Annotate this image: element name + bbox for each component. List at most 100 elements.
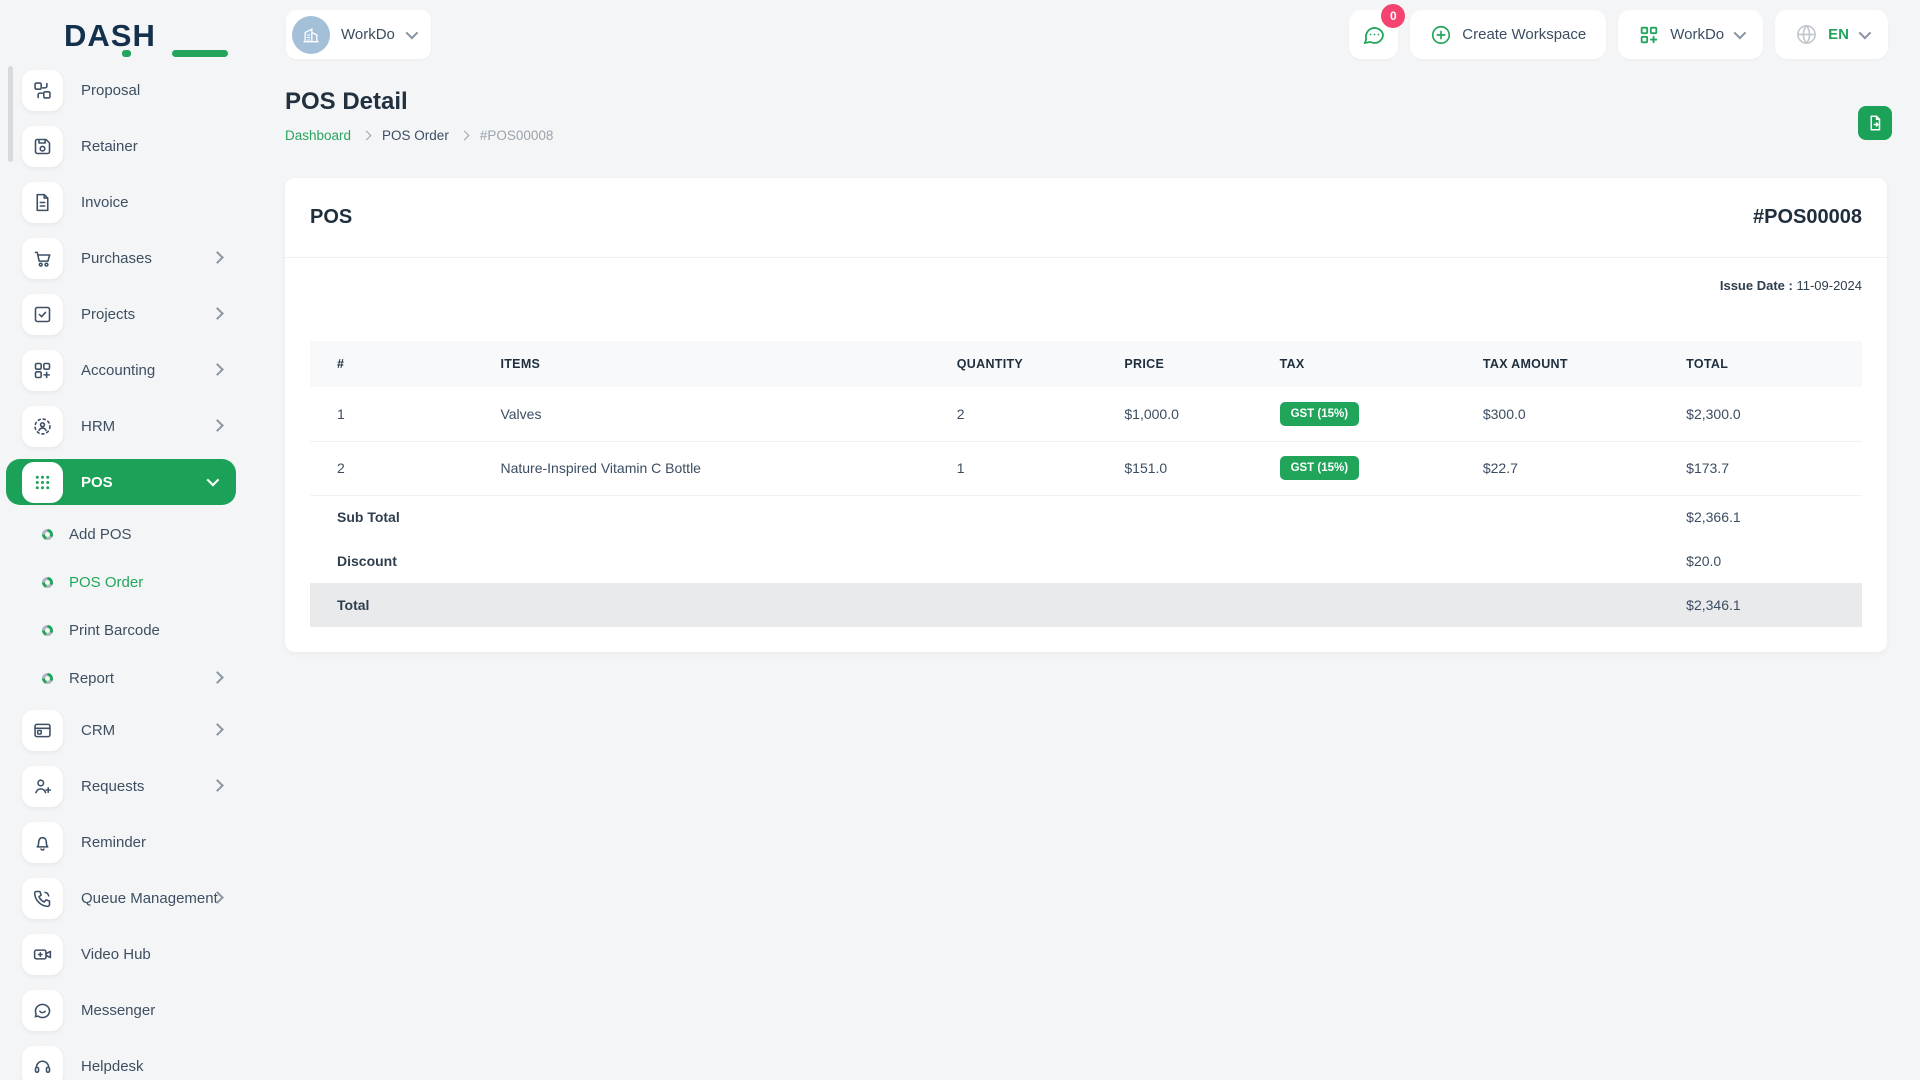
sidebar-item-purchases[interactable]: Purchases xyxy=(0,230,242,286)
proposal-icon xyxy=(22,69,63,111)
cell-no: 2 xyxy=(337,460,345,476)
col-header-no: # xyxy=(337,357,345,371)
chevron-down-icon xyxy=(405,26,419,40)
col-header-quantity: QUANTITY xyxy=(956,357,1024,371)
top-header: DASH WorkDo 0 Create Workspace WorkDo EN xyxy=(0,0,1920,70)
chevron-right-icon xyxy=(211,721,224,739)
workspace-avatar xyxy=(292,15,330,54)
cell-tax: GST (15%) xyxy=(1268,387,1471,441)
crm-icon xyxy=(22,709,63,751)
sidebar-subitem-report[interactable]: Report xyxy=(0,654,242,702)
breadcrumb-separator-icon xyxy=(361,130,372,141)
tax-badge: GST (15%) xyxy=(1279,456,1360,480)
sidebar-item-helpdesk[interactable]: Helpdesk xyxy=(0,1038,242,1080)
breadcrumb-dashboard-link[interactable]: Dashboard xyxy=(285,128,351,143)
breadcrumb-separator-icon xyxy=(459,130,470,141)
messages-button[interactable]: 0 xyxy=(1349,4,1406,59)
chevron-right-icon xyxy=(211,249,224,267)
invoice-icon xyxy=(22,181,63,223)
accounting-icon xyxy=(22,349,63,391)
cell-tax-amount: $300.0 xyxy=(1482,405,1526,422)
cell-qty: 1 xyxy=(956,460,965,476)
projects-icon xyxy=(22,293,63,335)
language-label: EN xyxy=(1828,26,1849,43)
sidebar-item-projects[interactable]: Projects xyxy=(0,286,242,342)
issue-date-value: 11-09-2024 xyxy=(1792,278,1862,293)
subtotal-row: Sub Total $2,366.1 xyxy=(310,495,1862,539)
discount-label: Discount xyxy=(337,553,397,569)
subtotal-value: $2,366.1 xyxy=(1686,509,1741,526)
cell-tax: GST (15%) xyxy=(1268,441,1471,495)
sidebar-item-proposal[interactable]: Proposal xyxy=(0,62,242,118)
grid-plus-icon xyxy=(1641,26,1658,43)
messages-count-badge: 0 xyxy=(1381,4,1406,28)
export-pos-button[interactable] xyxy=(1858,106,1892,140)
sidebar-item-messenger[interactable]: Messenger xyxy=(0,982,242,1038)
tax-badge: GST (15%) xyxy=(1279,401,1360,426)
cell-total: $173.7 xyxy=(1686,460,1729,476)
breadcrumb-current: #POS00008 xyxy=(479,128,554,143)
logo-bar-accent xyxy=(172,50,228,57)
dash-logo[interactable]: DASH xyxy=(64,18,228,57)
sidebar-item-retainer[interactable]: Retainer xyxy=(0,118,242,174)
cell-price: $1,000.0 xyxy=(1124,405,1179,422)
globe-icon xyxy=(1797,25,1817,44)
pos-detail-page: DASH WorkDo 0 Create Workspace WorkDo EN… xyxy=(0,0,1920,1080)
sidebar-subitem-print-barcode[interactable]: Print Barcode xyxy=(0,606,242,654)
cell-item: Nature-Inspired Vitamin C Bottle xyxy=(500,460,701,476)
pos-number: #POS00008 xyxy=(1753,206,1862,228)
bullet-icon xyxy=(42,672,53,684)
sidebar-item-queue-management[interactable]: Queue Management xyxy=(0,870,242,926)
sidebar-item-pos[interactable]: POS xyxy=(6,459,236,505)
helpdesk-icon xyxy=(22,1045,63,1080)
table-row: 1 Valves 2 $1,000.0 GST (15%) $300.0 $2,… xyxy=(310,387,1862,441)
dash-logo-text: DASH xyxy=(64,18,156,53)
sidebar-item-reminder[interactable]: Reminder xyxy=(0,814,242,870)
chevron-right-icon xyxy=(211,361,224,379)
workspace-selector[interactable]: WorkDo xyxy=(286,10,431,59)
pos-items-table: # ITEMS QUANTITY PRICE TAX TAX AMOUNT TO… xyxy=(310,341,1862,627)
sidebar-item-crm[interactable]: CRM xyxy=(0,702,242,758)
cell-price: $151.0 xyxy=(1124,460,1168,476)
language-selector[interactable]: EN xyxy=(1775,10,1888,59)
bullet-icon xyxy=(42,624,53,636)
sidebar-item-hrm[interactable]: HRM xyxy=(0,398,242,454)
pos-card-title: POS xyxy=(310,206,353,228)
issue-date-label: Issue Date : xyxy=(1719,278,1793,293)
header-actions: 0 Create Workspace WorkDo EN xyxy=(1349,4,1888,59)
hrm-icon xyxy=(22,405,63,447)
reminder-icon xyxy=(22,821,63,863)
sidebar-item-invoice[interactable]: Invoice xyxy=(0,174,242,230)
chevron-right-icon xyxy=(211,417,224,435)
workspace-name: WorkDo xyxy=(341,26,395,43)
table-header-row: # ITEMS QUANTITY PRICE TAX TAX AMOUNT TO… xyxy=(310,341,1862,387)
purchases-icon xyxy=(22,237,63,279)
sidebar-subitem-pos-order[interactable]: POS Order xyxy=(0,558,242,606)
bullet-icon xyxy=(42,576,53,588)
sidebar-item-accounting[interactable]: Accounting xyxy=(0,342,242,398)
building-icon xyxy=(303,27,319,42)
chevron-right-icon xyxy=(211,305,224,323)
chevron-down-icon xyxy=(206,473,220,491)
total-label: Total xyxy=(337,597,370,613)
cell-qty: 2 xyxy=(956,405,965,422)
workspace-menu-label: WorkDo xyxy=(1670,26,1725,43)
chevron-right-icon xyxy=(211,889,224,907)
page-title: POS Detail xyxy=(285,88,408,115)
workspace-menu-button[interactable]: WorkDo xyxy=(1618,10,1764,59)
sidebar-item-requests[interactable]: Requests xyxy=(0,758,242,814)
chevron-right-icon xyxy=(211,669,224,687)
chevron-down-icon xyxy=(1733,26,1747,40)
messenger-icon xyxy=(22,989,63,1031)
video-hub-icon xyxy=(22,933,63,975)
total-row: Total $2,346.1 xyxy=(310,583,1862,627)
create-workspace-label: Create Workspace xyxy=(1462,26,1587,43)
sidebar-subitem-add-pos[interactable]: Add POS xyxy=(0,510,242,558)
sidebar-item-video-hub[interactable]: Video Hub xyxy=(0,926,242,982)
subtotal-label: Sub Total xyxy=(337,509,400,526)
sidebar-nav: Proposal Retainer Invoice Purchases Proj… xyxy=(0,62,242,1080)
cell-item: Valves xyxy=(500,405,542,422)
create-workspace-button[interactable]: Create Workspace xyxy=(1410,10,1607,59)
col-header-tax: TAX xyxy=(1279,357,1305,371)
discount-row: Discount $20.0 xyxy=(310,539,1862,583)
